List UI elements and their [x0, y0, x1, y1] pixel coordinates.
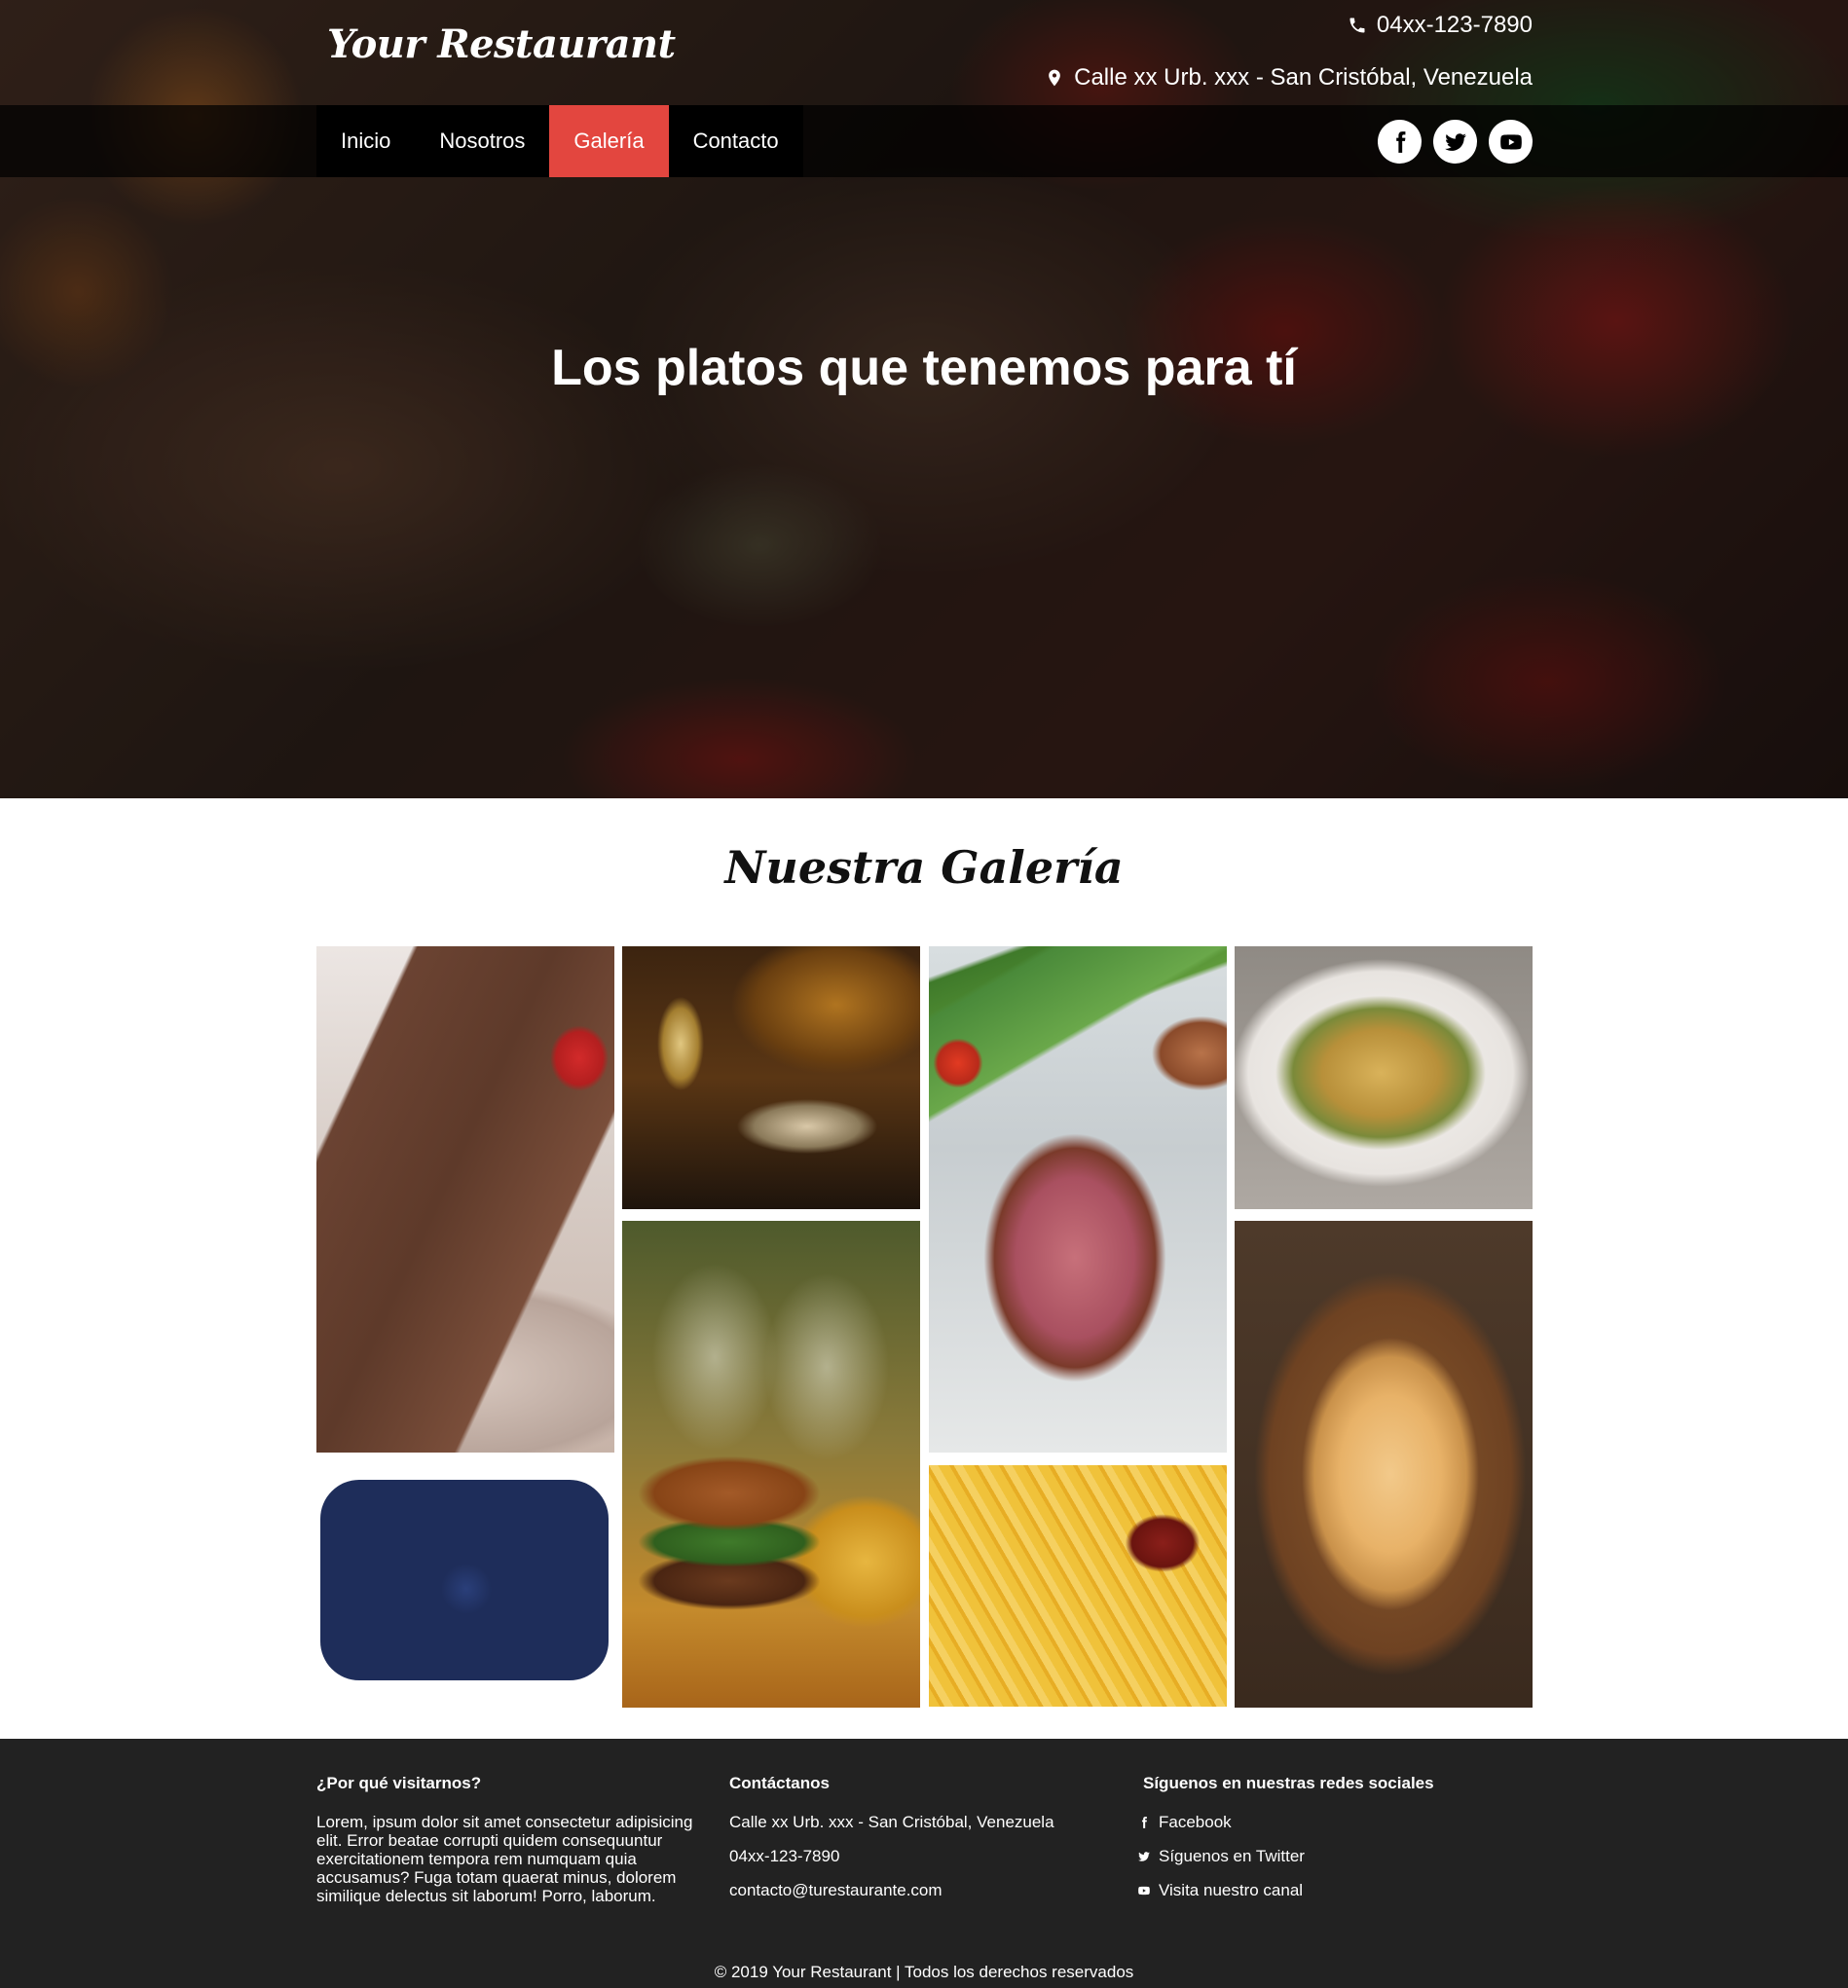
- youtube-link[interactable]: [1489, 120, 1533, 164]
- gallery-image-grilled-steak-asparagus[interactable]: grilled-steak-asparagus: [929, 946, 1227, 1453]
- youtube-icon: [1499, 133, 1522, 150]
- footer-contact-heading: Contáctanos: [729, 1774, 830, 1792]
- hero-banner: Your Restaurant 04xx-123-7890 Calle xx U…: [0, 0, 1848, 798]
- footer-twitter-label: Síguenos en Twitter: [1159, 1847, 1305, 1865]
- phone-icon: [1349, 18, 1365, 33]
- gallery-image-french-fries[interactable]: french-fries: [929, 1465, 1227, 1707]
- footer-twitter-link[interactable]: Síguenos en Twitter: [1137, 1847, 1434, 1866]
- footer-copyright: © 2019 Your Restaurant | Todos los derec…: [714, 1963, 1134, 1981]
- nav-item-contacto[interactable]: Contacto: [669, 105, 803, 177]
- site-logo[interactable]: Your Restaurant: [327, 21, 676, 67]
- twitter-icon: [1138, 1852, 1150, 1861]
- facebook-icon: [1395, 130, 1405, 153]
- facebook-icon: [1141, 1817, 1147, 1828]
- twitter-link[interactable]: [1433, 120, 1477, 164]
- footer-about: ¿Por qué visitarnos? Lorem, ipsum dolor …: [316, 1774, 706, 1905]
- site-footer: ¿Por qué visitarnos? Lorem, ipsum dolor …: [0, 1739, 1848, 1988]
- map-marker-icon: [1049, 69, 1060, 87]
- nav-item-inicio[interactable]: Inicio: [316, 105, 415, 177]
- footer-contact: Contáctanos Calle xx Urb. xxx - San Cris…: [729, 1774, 1054, 1915]
- nav-item-galeria[interactable]: Galería: [549, 105, 669, 177]
- facebook-link[interactable]: [1378, 120, 1422, 164]
- footer-social: Síguenos en nuestras redes sociales Face…: [1137, 1774, 1434, 1915]
- header-address: Calle xx Urb. xxx - San Cristóbal, Venez…: [1045, 64, 1533, 92]
- header-address-text: Calle xx Urb. xxx - San Cristóbal, Venez…: [1074, 64, 1533, 91]
- footer-youtube-link[interactable]: Visita nuestro canal: [1137, 1881, 1434, 1900]
- footer-facebook-label: Facebook: [1159, 1813, 1232, 1831]
- footer-social-heading: Síguenos en nuestras redes sociales: [1143, 1774, 1434, 1792]
- social-links: [1378, 120, 1533, 164]
- gallery-image-wine-restaurant[interactable]: wine-restaurant: [622, 946, 920, 1209]
- gallery-title: Nuestra Galería: [724, 841, 1124, 894]
- header-phone-text: 04xx-123-7890: [1376, 12, 1533, 38]
- gallery-image-vegetable-casserole[interactable]: vegetable-casserole: [1235, 946, 1533, 1209]
- hero-title: Los platos que tenemos para tí: [551, 340, 1297, 396]
- footer-about-heading: ¿Por qué visitarnos?: [316, 1774, 482, 1792]
- footer-youtube-label: Visita nuestro canal: [1159, 1881, 1304, 1899]
- gallery-image-fruit-platter[interactable]: fruit-platter: [316, 1472, 614, 1688]
- footer-about-text: Lorem, ipsum dolor sit amet consectetur …: [316, 1813, 693, 1905]
- gallery-image-pasta-bowl[interactable]: pasta-bowl: [1235, 1221, 1533, 1708]
- gallery-image-chocolate-cake[interactable]: chocolate-cake: [316, 946, 614, 1453]
- main-navbar: Inicio Nosotros Galería Contacto: [0, 105, 1848, 177]
- footer-phone: 04xx-123-7890: [729, 1847, 840, 1865]
- footer-address: Calle xx Urb. xxx - San Cristóbal, Venez…: [729, 1813, 1054, 1831]
- youtube-icon: [1138, 1886, 1150, 1896]
- twitter-icon: [1444, 132, 1466, 151]
- header-phone: 04xx-123-7890: [1348, 12, 1533, 39]
- footer-facebook-link[interactable]: Facebook: [1137, 1813, 1434, 1832]
- footer-email[interactable]: contacto@turestaurante.com: [729, 1881, 1054, 1900]
- gallery-image-burger-fries[interactable]: burger-fries: [622, 1221, 920, 1708]
- nav-item-nosotros[interactable]: Nosotros: [415, 105, 549, 177]
- nav-menu: Inicio Nosotros Galería Contacto: [316, 105, 803, 177]
